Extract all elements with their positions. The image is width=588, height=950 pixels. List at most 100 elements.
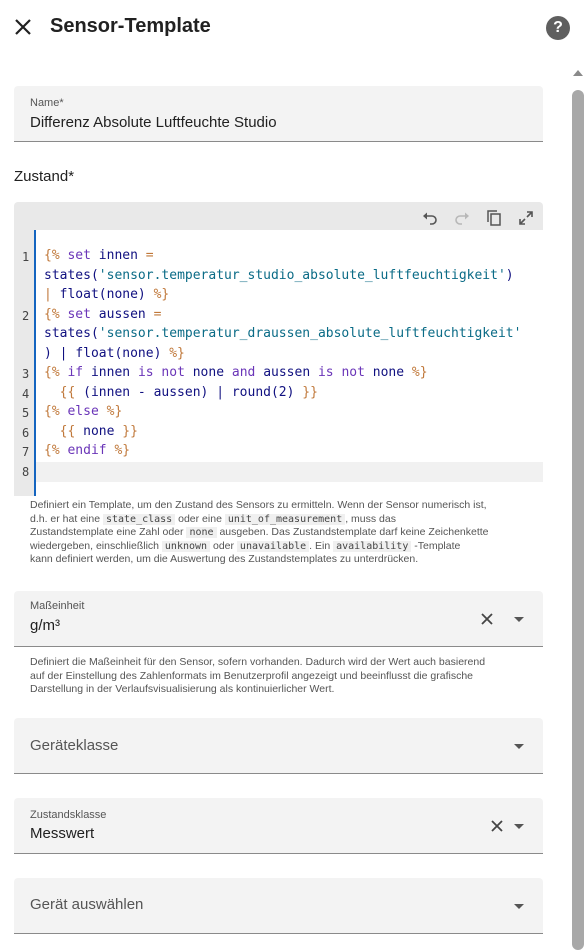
template-editor[interactable]: {% set innen = states('sensor.temperatur_… xyxy=(14,202,545,496)
code-token: }} xyxy=(122,423,138,439)
unit-helper-text: Definiert die Maßeinheit für den Sensor,… xyxy=(30,656,530,697)
helper-text: d.h. er hat eine xyxy=(30,512,103,525)
redo-icon[interactable] xyxy=(454,210,470,226)
code-line[interactable]: states('sensor.temperatur_draussen_absol… xyxy=(44,326,521,341)
dialog-title: Sensor-Template xyxy=(50,15,211,37)
code-token: is xyxy=(137,365,162,380)
helper-text: oder eine xyxy=(175,512,225,525)
code-line[interactable]: {{ none }} xyxy=(44,424,138,439)
code-line[interactable]: {% set aussen = xyxy=(44,307,161,322)
code-token: not xyxy=(341,365,373,380)
code-token: = xyxy=(153,306,162,322)
helper-text: . Ein xyxy=(309,539,334,552)
line-number: 3 xyxy=(22,367,30,381)
line-number: 8 xyxy=(22,464,30,479)
state-section-label: Zustand* xyxy=(14,168,75,185)
code-token: states( xyxy=(44,267,99,283)
code-token: {{ xyxy=(44,423,84,439)
unit-field[interactable]: Maßeinheit g/m³ xyxy=(14,591,543,647)
code-token: {% xyxy=(44,306,68,322)
device-class-placeholder: Geräteklasse xyxy=(30,737,119,754)
copy-icon[interactable] xyxy=(486,210,502,226)
code-token: float(none) xyxy=(75,345,170,361)
helper-line: Definiert ein Template, um den Zustand d… xyxy=(30,499,487,511)
code-chip: unavailable xyxy=(236,540,310,552)
code-token: 'sensor.temperatur_studio_absolute_luftf… xyxy=(98,267,506,283)
clear-icon[interactable] xyxy=(479,611,495,627)
chevron-down-icon[interactable] xyxy=(514,824,524,829)
line-number: 4 xyxy=(22,386,30,401)
helper-text: -Template xyxy=(411,539,461,552)
code-token: endif xyxy=(67,443,115,458)
scroll-thumb[interactable] xyxy=(572,90,584,950)
helper-line: Darstellung in der Verlaufsvisualisierun… xyxy=(30,683,335,695)
code-token: ) | xyxy=(44,345,76,361)
fullscreen-icon[interactable] xyxy=(518,210,534,226)
chevron-down-icon[interactable] xyxy=(514,904,524,909)
helper-line: Definiert die Maßeinheit für den Sensor,… xyxy=(30,656,486,668)
name-field-value[interactable]: Differenz Absolute Luftfeuchte Studio xyxy=(30,114,277,131)
code-token: {% xyxy=(44,443,68,458)
code-chip: unit_of_measurement xyxy=(224,513,346,525)
helper-text: Zustandstemplate eine Zahl oder xyxy=(30,526,187,538)
close-icon[interactable] xyxy=(10,14,36,40)
code-token: %} xyxy=(153,287,170,302)
code-token: %} xyxy=(169,345,185,361)
code-token: set xyxy=(67,248,99,263)
state-class-label: Zustandsklasse xyxy=(30,809,107,821)
code-token: is xyxy=(317,365,342,380)
scrollbar[interactable] xyxy=(572,66,584,950)
code-token: not xyxy=(161,365,193,380)
unit-field-value[interactable]: g/m³ xyxy=(30,617,60,634)
code-token: {% xyxy=(44,365,68,380)
code-token: ) xyxy=(505,267,514,283)
code-token: %} xyxy=(106,404,123,419)
line-number: 6 xyxy=(22,425,30,440)
code-chip: availability xyxy=(333,540,412,552)
code-token: 'sensor.temperatur_draussen_absolute_luf… xyxy=(98,326,522,341)
active-line-highlight xyxy=(36,462,543,482)
clear-icon[interactable] xyxy=(489,818,505,834)
code-chip: none xyxy=(186,527,217,538)
helper-text: wiedergeben, einschließlich xyxy=(30,539,162,552)
helper-text: ausgeben. Das Zustandstemplate darf kein… xyxy=(216,526,489,538)
code-line[interactable]: {% if innen is not none and aussen is no… xyxy=(44,365,428,380)
code-token: aussen xyxy=(263,365,318,380)
chevron-down-icon[interactable] xyxy=(514,744,524,749)
undo-icon[interactable] xyxy=(422,210,438,226)
state-helper-text: Definiert ein Template, um den Zustand d… xyxy=(30,499,530,567)
code-token: none xyxy=(192,365,232,380)
line-number: 7 xyxy=(22,445,30,459)
code-area[interactable]: {% set innen = states('sensor.temperatur_… xyxy=(22,230,545,496)
state-class-field[interactable]: Zustandsklasse Messwert xyxy=(14,798,543,854)
code-line[interactable]: {% set innen = xyxy=(44,248,154,263)
code-line[interactable]: ) | float(none) %} xyxy=(44,346,185,361)
code-token: = xyxy=(145,248,154,263)
code-chip: unknown xyxy=(161,540,211,552)
name-field[interactable]: Name* Differenz Absolute Luftfeuchte Stu… xyxy=(14,86,543,142)
code-line[interactable]: {% else %} xyxy=(44,404,122,419)
scroll-up-icon[interactable] xyxy=(572,66,584,78)
device-class-field[interactable]: Geräteklasse xyxy=(14,718,543,774)
device-select-placeholder: Gerät auswählen xyxy=(30,896,144,913)
code-token: (innen - aussen) | round(2) xyxy=(83,384,303,400)
helper-line: kann definiert werden, um die Auswertung… xyxy=(30,553,419,565)
code-line[interactable]: {{ (innen - aussen) | round(2) }} xyxy=(44,385,318,400)
device-select-field[interactable]: Gerät auswählen xyxy=(14,878,543,934)
state-class-value[interactable]: Messwert xyxy=(30,825,94,842)
code-token: set xyxy=(67,306,99,322)
helper-text: , muss das xyxy=(345,512,396,525)
code-line[interactable]: states('sensor.temperatur_studio_absolut… xyxy=(44,268,514,283)
code-token: {{ xyxy=(44,384,84,400)
code-token: aussen xyxy=(98,306,154,322)
help-icon[interactable]: ? xyxy=(546,16,570,40)
helper-line: auf der Einstellung des Zahlenformats im… xyxy=(30,669,474,682)
chevron-down-icon[interactable] xyxy=(514,617,524,622)
code-chip: state_class xyxy=(102,513,176,525)
code-token: none xyxy=(83,423,123,439)
code-line[interactable]: {% endif %} xyxy=(44,443,130,458)
code-token: float(none) xyxy=(59,287,154,302)
line-number: 5 xyxy=(22,406,30,420)
code-line[interactable]: | float(none) %} xyxy=(44,287,169,302)
code-token: {% xyxy=(44,248,68,263)
